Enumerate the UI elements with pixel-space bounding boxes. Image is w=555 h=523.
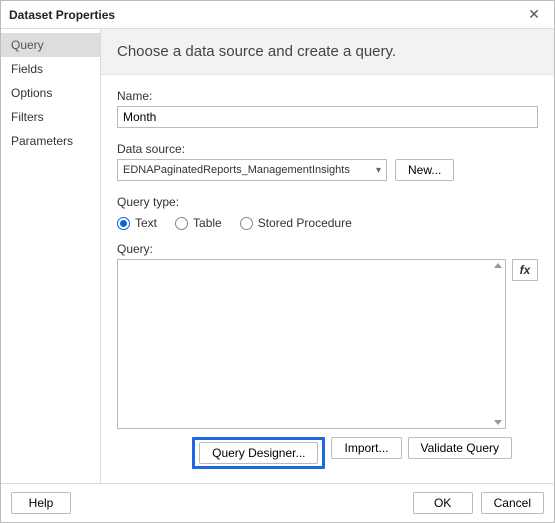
radio-label: Table — [193, 216, 222, 230]
chevron-down-icon: ▾ — [376, 165, 381, 176]
query-action-row: Query Designer... Import... Validate Que… — [117, 437, 538, 469]
sidebar-item-parameters[interactable]: Parameters — [1, 129, 100, 153]
sidebar-item-label: Parameters — [11, 134, 73, 148]
sidebar-item-label: Fields — [11, 62, 43, 76]
dialog-body: Query Fields Options Filters Parameters … — [1, 29, 554, 483]
query-label: Query: — [117, 242, 538, 256]
sidebar-item-label: Options — [11, 86, 52, 100]
query-designer-button[interactable]: Query Designer... — [199, 442, 318, 464]
sidebar-item-label: Query — [11, 38, 44, 52]
button-label: Query Designer... — [212, 446, 305, 460]
radio-label: Text — [135, 216, 157, 230]
radio-icon — [175, 217, 188, 230]
scroll-up-icon — [494, 263, 502, 268]
radio-stored-procedure[interactable]: Stored Procedure — [240, 216, 352, 230]
button-label: OK — [434, 496, 451, 510]
sidebar-item-options[interactable]: Options — [1, 81, 100, 105]
new-datasource-button[interactable]: New... — [395, 159, 454, 181]
querytype-label: Query type: — [117, 195, 538, 209]
sidebar-item-filters[interactable]: Filters — [1, 105, 100, 129]
content-heading: Choose a data source and create a query. — [101, 29, 554, 75]
content-pane: Choose a data source and create a query.… — [101, 29, 554, 483]
button-label: New... — [408, 163, 441, 177]
datasource-dropdown[interactable]: EDNAPaginatedReports_ManagementInsights … — [117, 159, 387, 181]
ok-button[interactable]: OK — [413, 492, 473, 514]
highlight-annotation: Query Designer... — [192, 437, 325, 469]
datasource-label: Data source: — [117, 142, 538, 156]
name-input[interactable] — [117, 106, 538, 128]
sidebar-item-fields[interactable]: Fields — [1, 57, 100, 81]
scroll-down-icon — [494, 420, 502, 425]
radio-text[interactable]: Text — [117, 216, 157, 230]
window-title: Dataset Properties — [9, 8, 115, 22]
name-label: Name: — [117, 89, 538, 103]
sidebar-item-query[interactable]: Query — [1, 33, 100, 57]
radio-icon — [240, 217, 253, 230]
dialog-footer: Help OK Cancel — [1, 483, 554, 522]
sidebar-item-label: Filters — [11, 110, 44, 124]
radio-table[interactable]: Table — [175, 216, 222, 230]
querytype-radio-group: Text Table Stored Procedure — [117, 216, 538, 230]
sidebar: Query Fields Options Filters Parameters — [1, 29, 101, 483]
dialog-window: Dataset Properties ✕ Query Fields Option… — [0, 0, 555, 523]
expression-button[interactable]: fx — [512, 259, 538, 281]
form-body: Name: Data source: EDNAPaginatedReports_… — [101, 75, 554, 483]
button-label: Validate Query — [421, 441, 500, 455]
scrollbar[interactable] — [494, 263, 502, 425]
button-label: Import... — [344, 441, 388, 455]
cancel-button[interactable]: Cancel — [481, 492, 544, 514]
query-textarea[interactable] — [117, 259, 506, 429]
button-label: Cancel — [494, 496, 531, 510]
fx-label: fx — [520, 263, 531, 277]
datasource-value: EDNAPaginatedReports_ManagementInsights — [123, 164, 350, 176]
button-label: Help — [29, 496, 54, 510]
help-button[interactable]: Help — [11, 492, 71, 514]
radio-label: Stored Procedure — [258, 216, 352, 230]
validate-query-button[interactable]: Validate Query — [408, 437, 513, 459]
titlebar: Dataset Properties ✕ — [1, 1, 554, 29]
radio-icon — [117, 217, 130, 230]
import-button[interactable]: Import... — [331, 437, 401, 459]
close-icon[interactable]: ✕ — [522, 5, 546, 25]
